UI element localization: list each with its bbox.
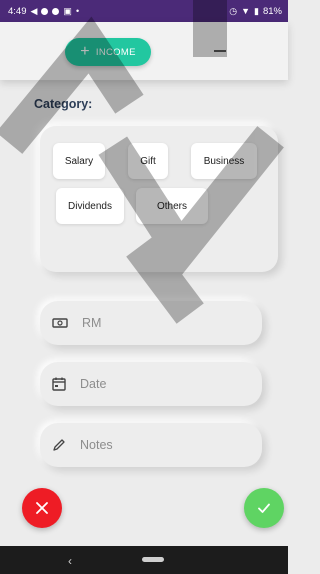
- status-time: 4:49: [8, 5, 27, 17]
- income-button[interactable]: + INCOME: [65, 38, 151, 66]
- category-panel: Salary Gift Business Dividends Others: [40, 126, 278, 272]
- minus-icon[interactable]: [214, 50, 226, 52]
- category-chip-business[interactable]: Business: [191, 143, 257, 179]
- system-nav-bar: ‹: [0, 546, 288, 574]
- notes-placeholder: Notes: [80, 438, 113, 452]
- wifi-icon: ▼: [241, 5, 251, 16]
- category-chip-others[interactable]: Others: [136, 188, 208, 224]
- circle-notification-icon: [52, 7, 60, 15]
- cancel-button[interactable]: [22, 488, 62, 528]
- home-pill-icon[interactable]: [142, 557, 164, 562]
- back-icon[interactable]: ‹: [68, 554, 72, 568]
- notes-field[interactable]: Notes: [40, 423, 262, 467]
- income-label: INCOME: [95, 46, 136, 58]
- more-notifications-icon: •: [75, 5, 80, 16]
- calendar-icon: [52, 377, 66, 391]
- alarm-icon: ◷: [229, 5, 238, 16]
- category-chip-salary[interactable]: Salary: [53, 143, 105, 179]
- date-placeholder: Date: [80, 377, 107, 391]
- navigation-icon: ◀: [30, 5, 38, 16]
- top-card: + INCOME: [0, 22, 288, 80]
- close-icon: [36, 502, 48, 514]
- confirm-button[interactable]: [244, 488, 284, 528]
- date-field[interactable]: Date: [40, 362, 262, 406]
- status-right: ◷ ▼ ▮ 81%: [229, 6, 282, 17]
- plus-icon: +: [80, 42, 90, 60]
- status-bar: 4:49 ◀ ▣ • ◷ ▼ ▮ 81%: [0, 0, 288, 22]
- cash-icon: [52, 318, 68, 328]
- amount-field[interactable]: RM: [40, 301, 262, 345]
- category-chip-dividends[interactable]: Dividends: [56, 188, 124, 224]
- amount-placeholder: RM: [82, 316, 102, 330]
- status-left: 4:49 ◀ ▣ •: [8, 6, 79, 17]
- check-icon: [258, 503, 270, 513]
- pencil-icon: [53, 439, 65, 451]
- app-notification-icon: [41, 7, 49, 15]
- category-chip-gift[interactable]: Gift: [128, 143, 168, 179]
- battery-icon: ▮: [254, 5, 259, 16]
- briefcase-icon: ▣: [63, 5, 72, 16]
- battery-percentage: 81%: [262, 5, 282, 17]
- category-label: Category:: [34, 97, 93, 111]
